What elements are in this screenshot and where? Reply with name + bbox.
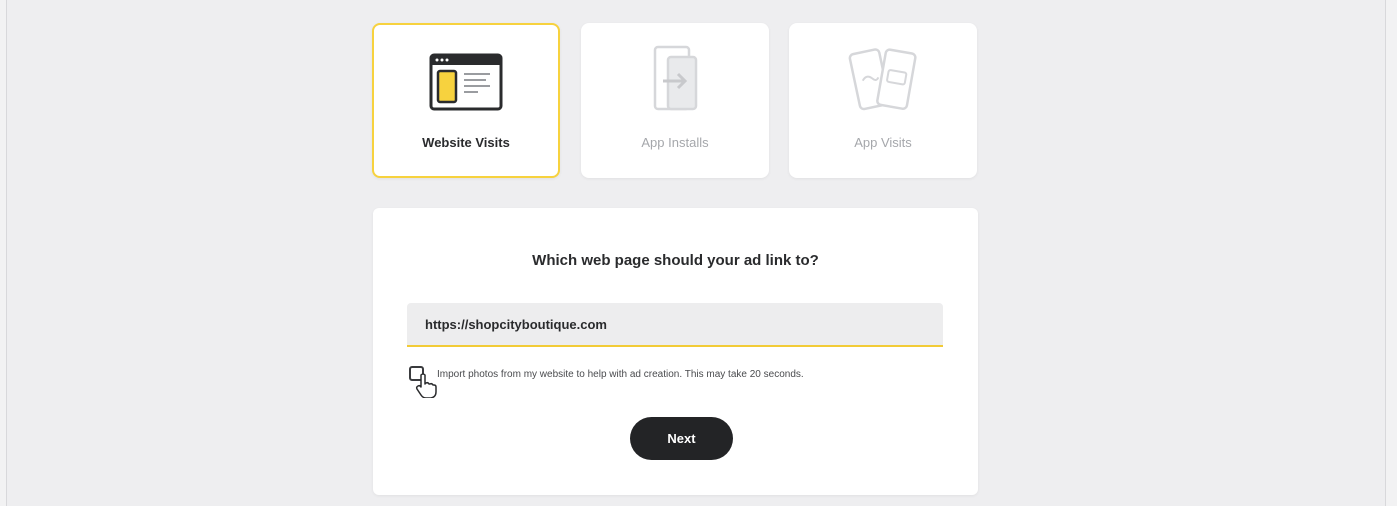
import-photos-row: Import photos from my website to help wi…	[407, 364, 947, 398]
phone-download-icon	[653, 45, 698, 111]
import-photos-checkbox[interactable]	[409, 366, 424, 381]
next-button[interactable]: Next	[630, 417, 733, 460]
browser-window-icon	[429, 53, 503, 111]
website-url-input[interactable]	[407, 303, 943, 347]
goal-card-app-installs[interactable]: App Installs	[581, 23, 769, 178]
goal-card-app-visits[interactable]: App Visits	[789, 23, 977, 178]
page-frame: Website Visits App Installs App Visits W…	[6, 0, 1386, 506]
import-photos-label: Import photos from my website to help wi…	[437, 369, 804, 380]
goal-card-label: App Visits	[854, 135, 912, 150]
link-form-panel: Which web page should your ad link to? I…	[373, 208, 978, 495]
goal-card-website-visits[interactable]: Website Visits	[372, 23, 560, 178]
goal-card-label: Website Visits	[422, 135, 510, 150]
two-phones-icon	[848, 48, 917, 111]
form-question: Which web page should your ad link to?	[532, 252, 819, 269]
goal-card-label: App Installs	[641, 135, 709, 150]
